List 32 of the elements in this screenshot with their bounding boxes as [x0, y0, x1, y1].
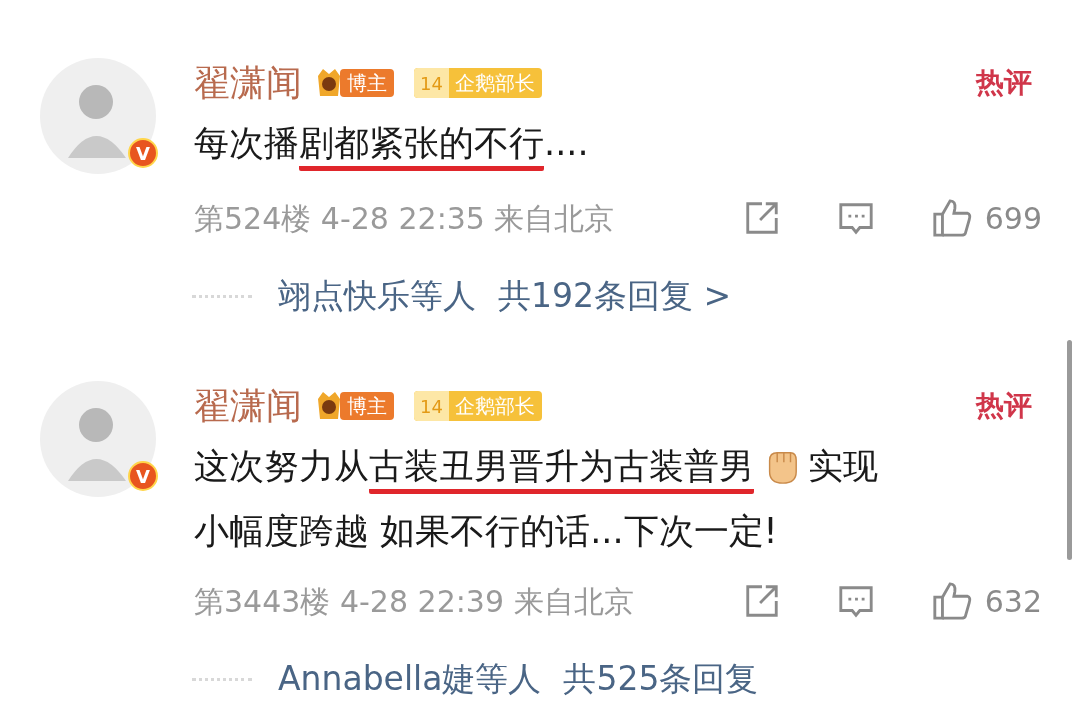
comment-text: 这次努力从 — [194, 445, 369, 488]
level-title: 企鹅部长 — [454, 393, 535, 420]
comment-text: 每次播 — [194, 122, 299, 165]
comment-text: .... — [544, 122, 589, 165]
comment-text: 实现 — [808, 445, 878, 488]
hot-comment-label: 热评 — [976, 65, 1032, 101]
reply-count-link[interactable]: 共525条回复 — [563, 654, 759, 704]
verified-badge: V — [128, 138, 158, 168]
avatar-icon — [40, 58, 156, 174]
hot-comment-label: 热评 — [976, 388, 1032, 424]
like-count: 632 — [984, 582, 1042, 621]
level-title: 企鹅部长 — [454, 70, 535, 97]
scrollbar[interactable] — [1067, 340, 1072, 560]
like-icon[interactable] — [930, 580, 973, 622]
level-number: 14 — [414, 68, 449, 98]
reply-count-link[interactable]: 共192条回复 > — [498, 271, 732, 321]
author-name[interactable]: 翟潇闻 — [194, 56, 302, 110]
reply-summary[interactable]: Annabella婕等人 — [278, 654, 542, 704]
comment-text: 小幅度跨越 如果不行的话...下次一定! — [194, 510, 778, 553]
level-number: 14 — [414, 391, 449, 421]
comment-meta: 第3443楼 4-28 22:39 来自北京 — [194, 582, 634, 621]
badge: 博主 — [340, 392, 394, 420]
comment-meta: 第524楼 4-28 22:35 来自北京 — [194, 199, 615, 238]
reply-summary[interactable]: 翊点快乐等人 — [278, 271, 476, 321]
like-count: 699 — [984, 199, 1042, 238]
like-icon[interactable] — [930, 197, 973, 239]
verified-badge: V — [128, 461, 158, 491]
underlined-text: 古装丑男晋升为古装普男 — [369, 443, 754, 494]
avatar-icon — [40, 381, 156, 497]
author-name[interactable]: 翟潇闻 — [194, 379, 302, 433]
underlined-text: 剧都紧张的不行 — [299, 120, 544, 171]
badge: 博主 — [340, 69, 394, 97]
